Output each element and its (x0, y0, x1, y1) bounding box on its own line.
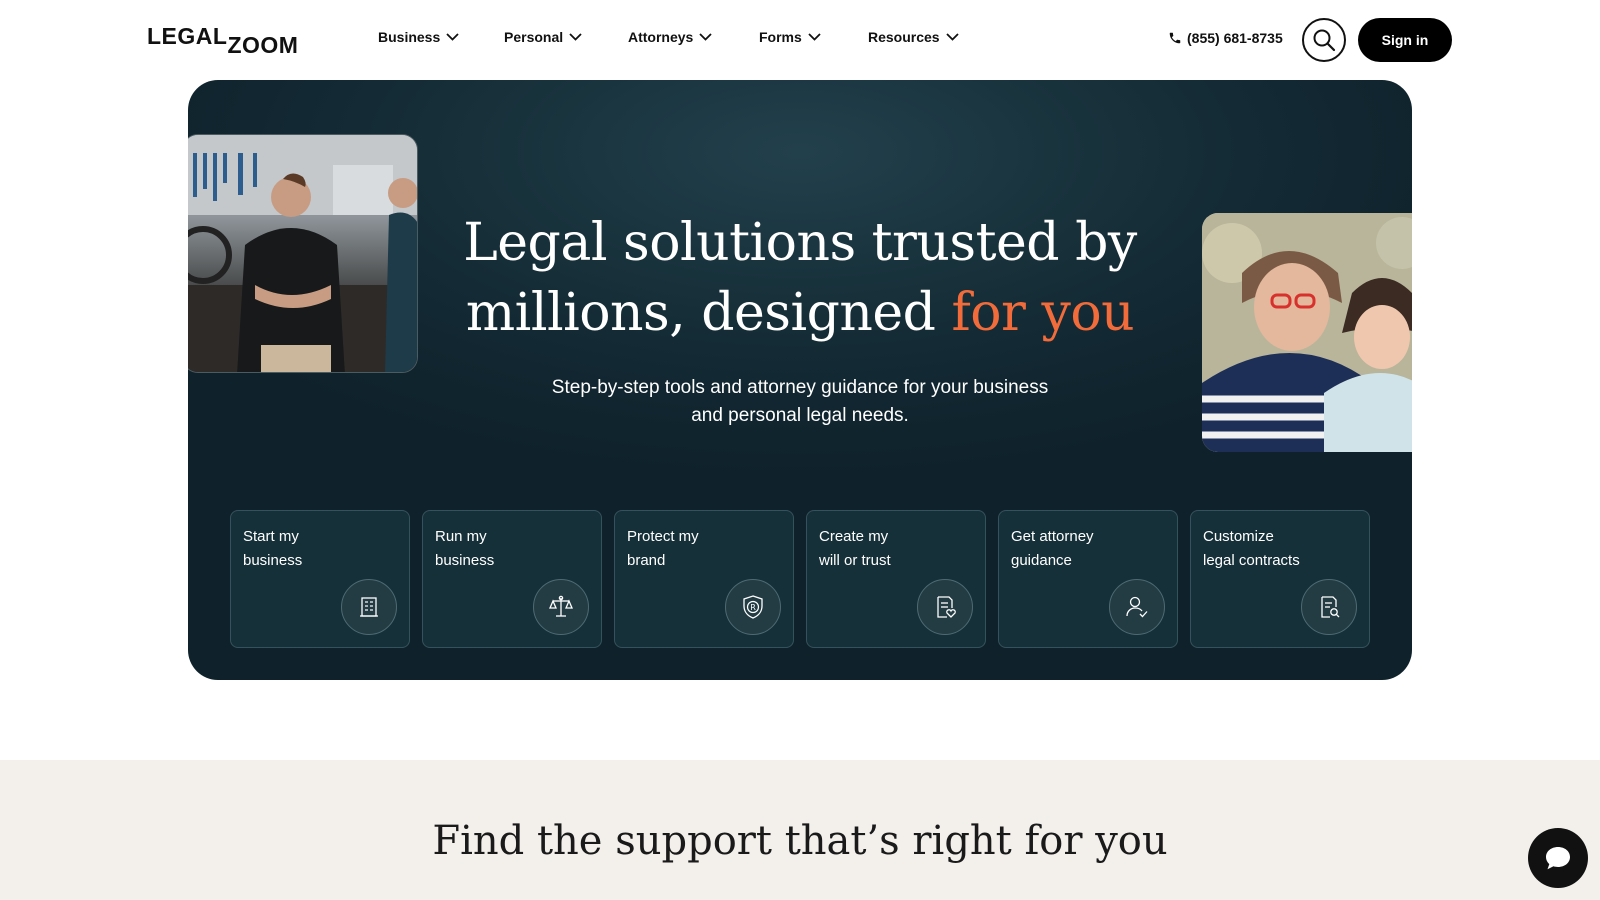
person-check-icon (1109, 579, 1165, 635)
chevron-down-icon (945, 33, 959, 41)
nav-attorneys-label: Attorneys (628, 29, 694, 45)
chat-bubble-icon (1546, 847, 1570, 870)
nav-personal-label: Personal (504, 29, 564, 45)
search-button[interactable] (1302, 18, 1346, 62)
card-label: Customize legal contracts (1203, 528, 1300, 569)
hero-banner: Legal solutions trusted by millions, des… (188, 80, 1412, 680)
chat-button[interactable] (1528, 828, 1588, 888)
nav-personal[interactable]: Personal (504, 29, 582, 45)
phone-link[interactable]: (855) 681-8735 (1168, 30, 1283, 46)
support-title: Find the support that’s right for you (432, 818, 1168, 864)
hero-title-line1: Legal solutions trusted by (463, 213, 1137, 273)
hero-title-line2-main: millions, designed (465, 283, 952, 343)
svg-text:R: R (750, 603, 756, 612)
card-label: Protect my brand (627, 528, 699, 569)
building-icon (341, 579, 397, 635)
card-start-business[interactable]: Start my business (230, 510, 410, 648)
logo-part-legal: LEGAL (147, 23, 228, 49)
card-label: Start my business (243, 528, 303, 569)
nav-resources[interactable]: Resources (868, 29, 959, 45)
chevron-down-icon (808, 33, 821, 41)
hero-title-accent: for you (951, 283, 1135, 343)
nav-forms-label: Forms (759, 29, 802, 45)
logo-part-zoom: ZOOM (227, 32, 299, 58)
chevron-down-icon (699, 33, 712, 41)
chevron-down-icon (569, 33, 582, 41)
card-attorney-guidance[interactable]: Get attorney guidance (998, 510, 1178, 648)
hero-title-line2: millions, designed for you (188, 278, 1412, 348)
card-protect-brand[interactable]: Protect my brand R (614, 510, 794, 648)
card-will-trust[interactable]: Create my will or trust (806, 510, 986, 648)
hero-subtitle: Step-by-step tools and attorney guidance… (551, 377, 1049, 426)
card-label: Create my will or trust (819, 528, 891, 569)
phone-icon (1169, 32, 1181, 44)
nav-forms[interactable]: Forms (759, 29, 821, 45)
document-search-icon (1301, 579, 1357, 635)
hero-title: Legal solutions trusted by millions, des… (188, 208, 1412, 348)
chevron-down-icon (446, 33, 459, 41)
phone-number: (855) 681-8735 (1187, 30, 1283, 46)
trademark-shield-icon: R (725, 579, 781, 635)
site-header: LEGALZOOM Business Personal Attorneys Fo… (0, 0, 1600, 80)
card-run-business[interactable]: Run my business (422, 510, 602, 648)
support-section: Find the support that’s right for you (0, 760, 1600, 900)
scales-icon (533, 579, 589, 635)
nav-attorneys[interactable]: Attorneys (628, 29, 712, 45)
legalzoom-logo[interactable]: LEGALZOOM (147, 23, 298, 58)
document-heart-icon (917, 579, 973, 635)
nav-business-label: Business (378, 29, 441, 45)
service-cards: Start my business Run my business Protec… (230, 510, 1372, 648)
nav-resources-label: Resources (868, 29, 940, 45)
nav-business[interactable]: Business (378, 29, 459, 45)
card-legal-contracts[interactable]: Customize legal contracts (1190, 510, 1370, 648)
card-label: Get attorney guidance (1011, 528, 1094, 569)
sign-in-button[interactable]: Sign in (1358, 18, 1452, 62)
card-label: Run my business (435, 528, 495, 569)
search-icon (1313, 29, 1336, 52)
